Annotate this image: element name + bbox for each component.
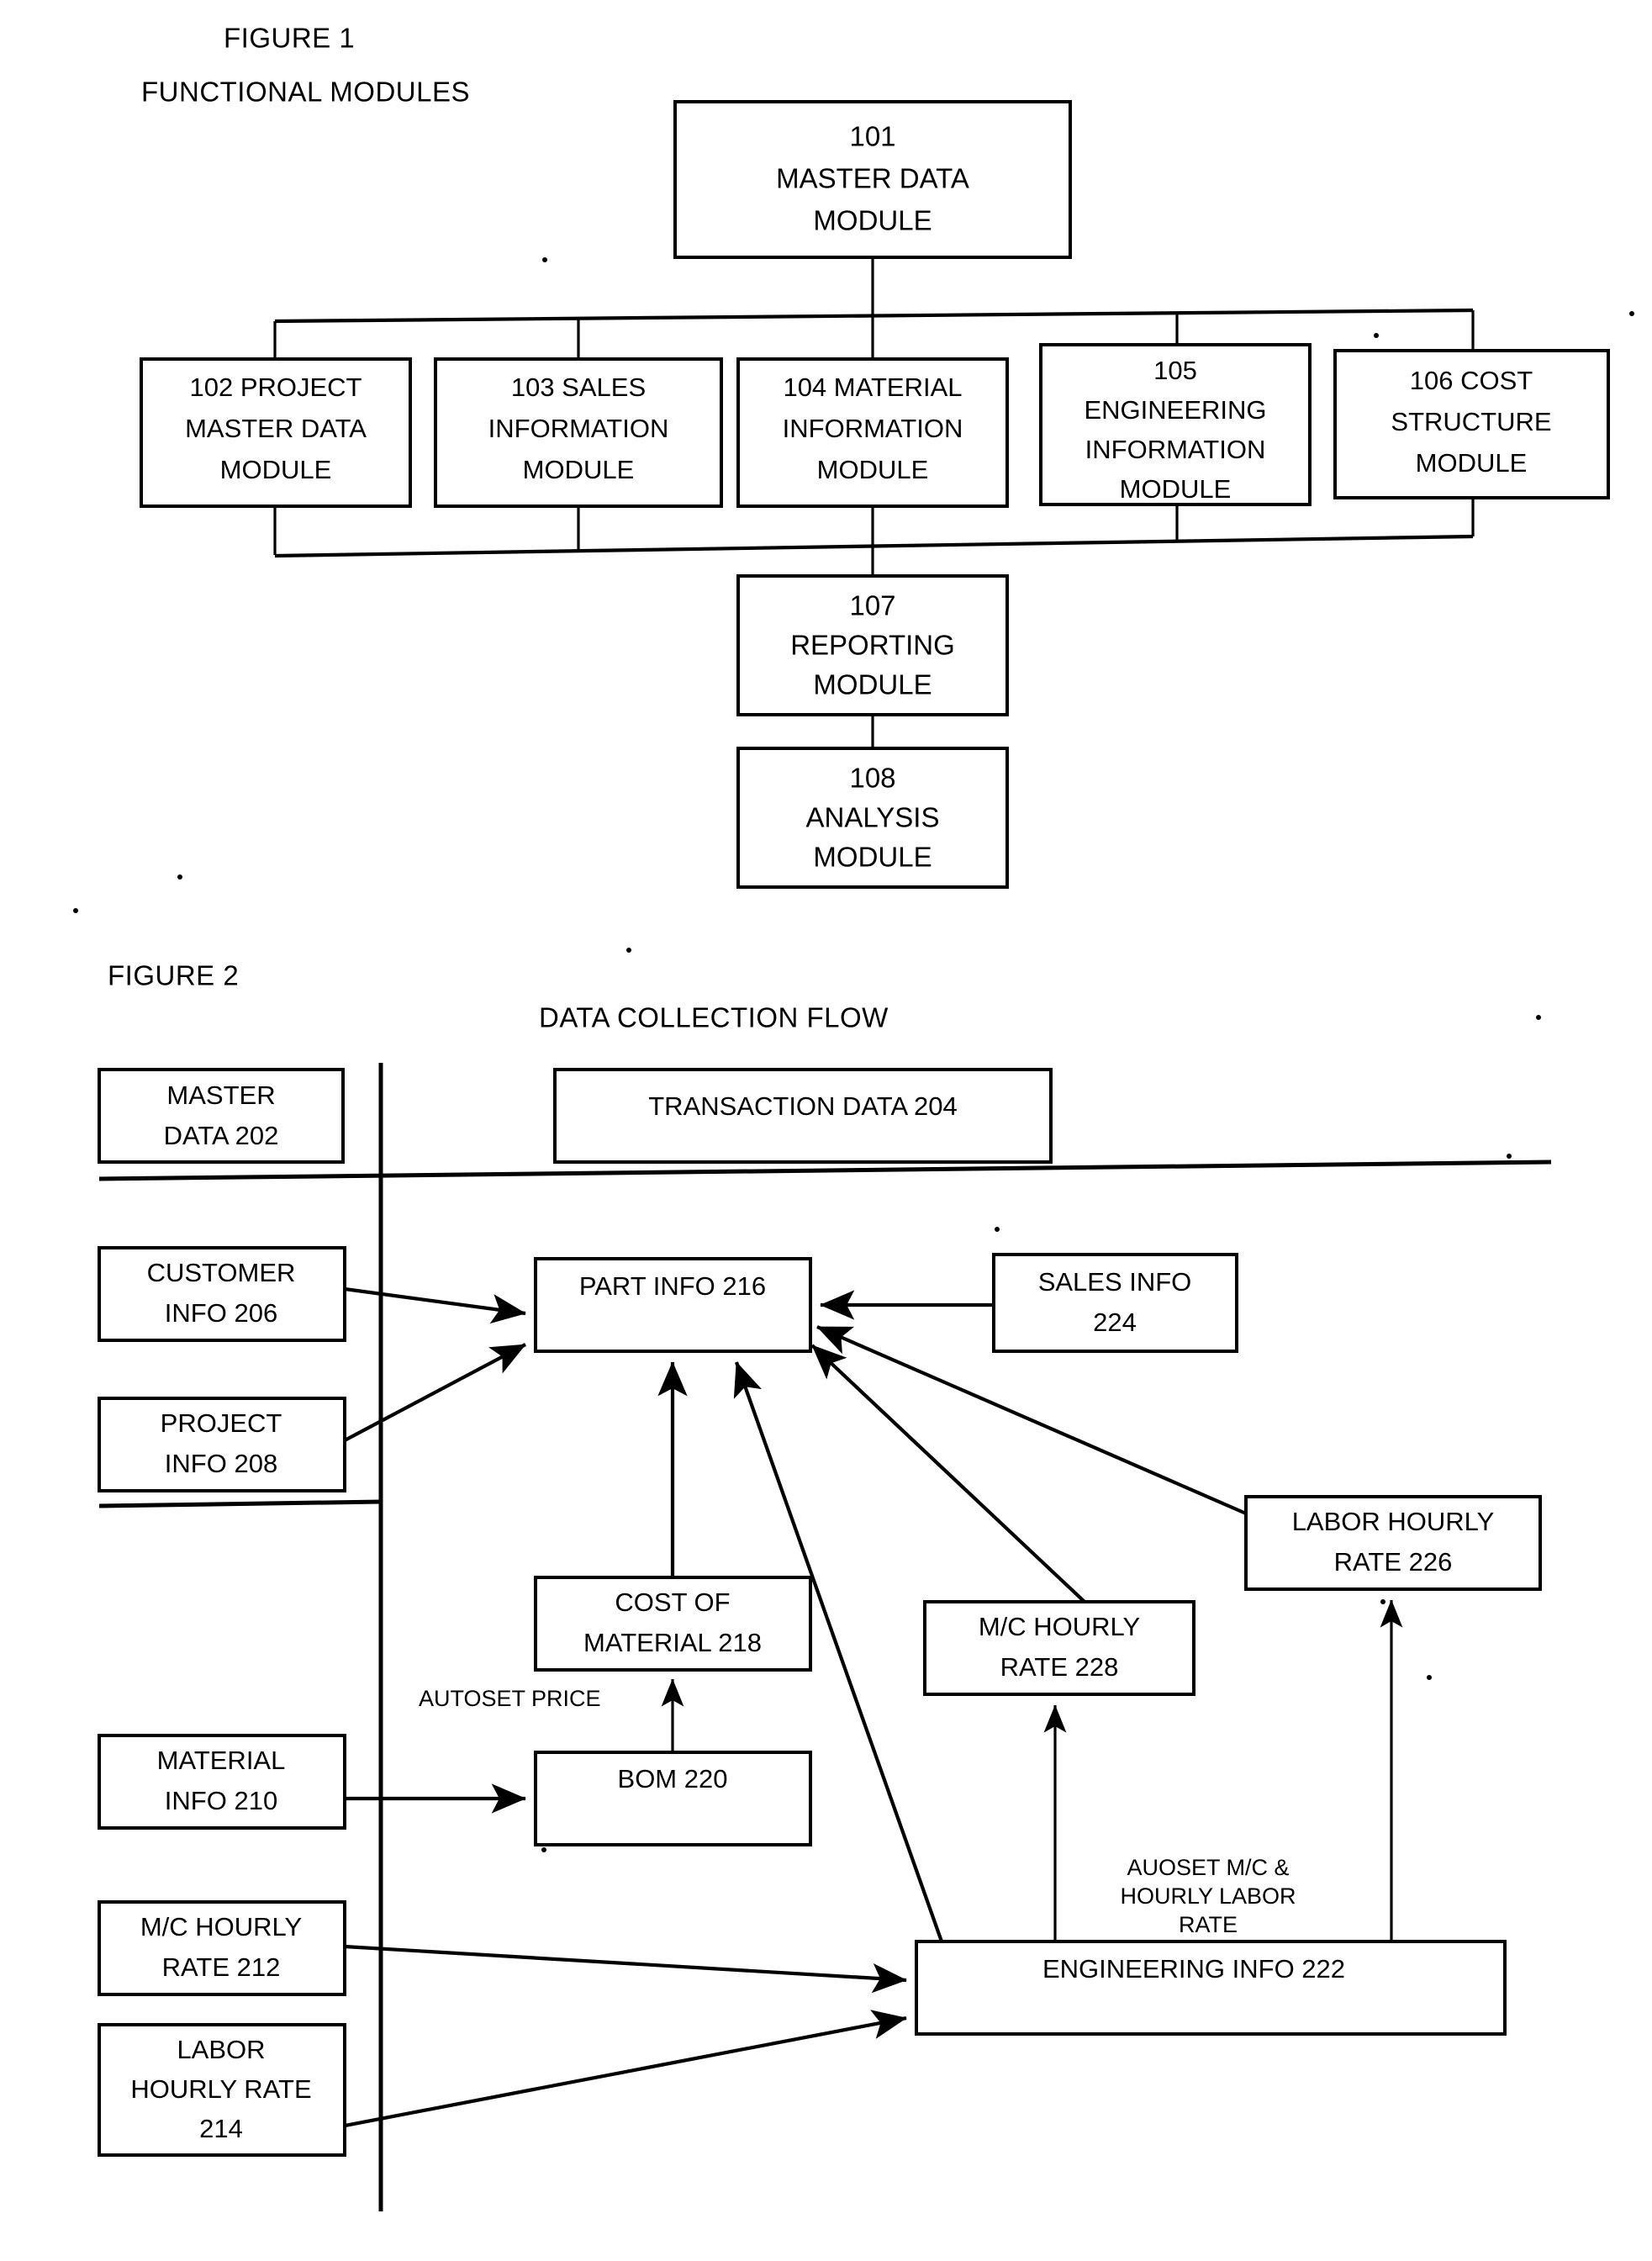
section-separator-line (98, 1499, 382, 1508)
scan-speck (1427, 1675, 1432, 1680)
patent-figure-sheet: FIGURE 1 FUNCTIONAL MODULES 101 MASTER D… (0, 0, 1652, 2261)
box-labor-hourly-rate-226-line2: RATE 226 (1334, 1547, 1453, 1577)
annotation-auoset-mc-line3: RATE (1179, 1912, 1238, 1937)
box-mc-hourly-rate-212-line2: RATE 212 (162, 1952, 281, 1982)
scan-speck (541, 1847, 546, 1852)
box-cost-of-material-218-line1: COST OF (615, 1587, 730, 1617)
box-labor-hourly-rate-214-line2: HOURLY RATE (130, 2074, 311, 2104)
arrow-labor-hourly-rate-226-to-part-info (816, 1325, 1247, 1515)
box-107-line2: REPORTING (790, 630, 955, 661)
box-105-line2: ENGINEERING (1084, 395, 1266, 425)
arrow-mc-hourly-rate-212-to-engineering-info (344, 1944, 907, 1994)
box-mc-hourly-rate-212-line1: M/C HOURLY (140, 1912, 302, 1941)
box-105-line1: 105 (1153, 356, 1197, 385)
box-106-line1: 106 COST (1410, 366, 1533, 395)
box-bom-220-line1: BOM 220 (618, 1764, 728, 1793)
box-sales-info-224-line1: SALES INFO (1038, 1267, 1192, 1297)
box-master-data-202-line2: DATA 202 (164, 1121, 279, 1150)
scan-speck (1536, 1015, 1541, 1020)
box-104-line2: INFORMATION (783, 414, 963, 443)
scan-speck (1374, 333, 1379, 338)
scan-speck (995, 1227, 1000, 1232)
box-107-line3: MODULE (813, 669, 932, 700)
box-102-line2: MASTER DATA (185, 414, 367, 443)
box-107-line1: 107 (849, 590, 895, 621)
scan-speck (1629, 311, 1634, 316)
scan-speck (626, 948, 631, 953)
figure-1-heading: FUNCTIONAL MODULES (141, 77, 470, 108)
scan-speck (177, 874, 182, 880)
box-104-line1: 104 MATERIAL (783, 372, 962, 402)
box-105-line4: MODULE (1120, 474, 1232, 504)
box-101-line3: MODULE (813, 205, 932, 236)
box-102-line3: MODULE (220, 455, 332, 484)
annotation-auoset-mc-line1: AUOSET M/C & (1127, 1855, 1289, 1880)
box-103-line2: INFORMATION (488, 414, 669, 443)
figure-1-label: FIGURE 1 (224, 23, 355, 54)
box-108-line2: ANALYSIS (806, 802, 940, 833)
box-project-info-208-line2: INFO 208 (165, 1449, 277, 1478)
box-mc-hourly-rate-228-line2: RATE 228 (1000, 1652, 1119, 1682)
box-108-line3: MODULE (813, 842, 932, 873)
box-cost-of-material-218-line2: MATERIAL 218 (583, 1628, 762, 1657)
box-transaction-data-204-line1: TRANSACTION DATA 204 (648, 1091, 958, 1121)
box-105-line3: INFORMATION (1085, 435, 1266, 464)
figure-2-label: FIGURE 2 (108, 960, 239, 991)
box-material-info-210-line1: MATERIAL (157, 1746, 286, 1775)
box-part-info-216-line1: PART INFO 216 (579, 1271, 766, 1301)
box-mc-hourly-rate-228-line1: M/C HOURLY (979, 1612, 1140, 1641)
header-separator-line (98, 1160, 1552, 1181)
scan-speck (1507, 1154, 1512, 1159)
box-sales-info-224-line2: 224 (1093, 1307, 1137, 1337)
box-labor-hourly-rate-226-line1: LABOR HOURLY (1292, 1507, 1495, 1536)
box-106-line3: MODULE (1416, 448, 1528, 478)
box-customer-info-206-line1: CUSTOMER (147, 1258, 296, 1287)
box-customer-info-206-line2: INFO 206 (165, 1298, 277, 1328)
box-engineering-info-222-line1: ENGINEERING INFO 222 (1042, 1954, 1345, 1984)
box-108-line1: 108 (849, 763, 895, 794)
scan-speck (542, 257, 547, 262)
scan-speck (1380, 1599, 1385, 1604)
box-103-line1: 103 SALES (511, 372, 646, 402)
patent-diagram-svg: FIGURE 1 FUNCTIONAL MODULES 101 MASTER D… (73, 23, 1634, 2211)
arrow-customer-info-to-part-info (344, 1286, 526, 1324)
box-project-info-208-line1: PROJECT (161, 1408, 282, 1438)
box-106-line2: STRUCTURE (1391, 407, 1551, 436)
box-material-info-210-line2: INFO 210 (165, 1786, 277, 1815)
box-master-data-202-line1: MASTER (166, 1080, 275, 1110)
box-103-line3: MODULE (523, 455, 635, 484)
arrow-labor-hourly-rate-214-to-engineering-info (344, 2010, 907, 2128)
annotation-auoset-mc-line2: HOURLY LABOR (1120, 1883, 1296, 1909)
box-101-line2: MASTER DATA (776, 163, 969, 194)
annotation-autoset-price: AUTOSET PRICE (419, 1686, 601, 1711)
box-102-line1: 102 PROJECT (189, 372, 362, 402)
arrow-project-info-to-part-info (344, 1343, 526, 1442)
box-labor-hourly-rate-214-line3: 214 (199, 2114, 243, 2143)
scan-speck (73, 908, 78, 913)
box-101-line1: 101 (849, 121, 895, 152)
figure-2-heading: DATA COLLECTION FLOW (539, 1002, 889, 1033)
box-104-line3: MODULE (817, 455, 929, 484)
box-labor-hourly-rate-214-line1: LABOR (177, 2035, 265, 2064)
